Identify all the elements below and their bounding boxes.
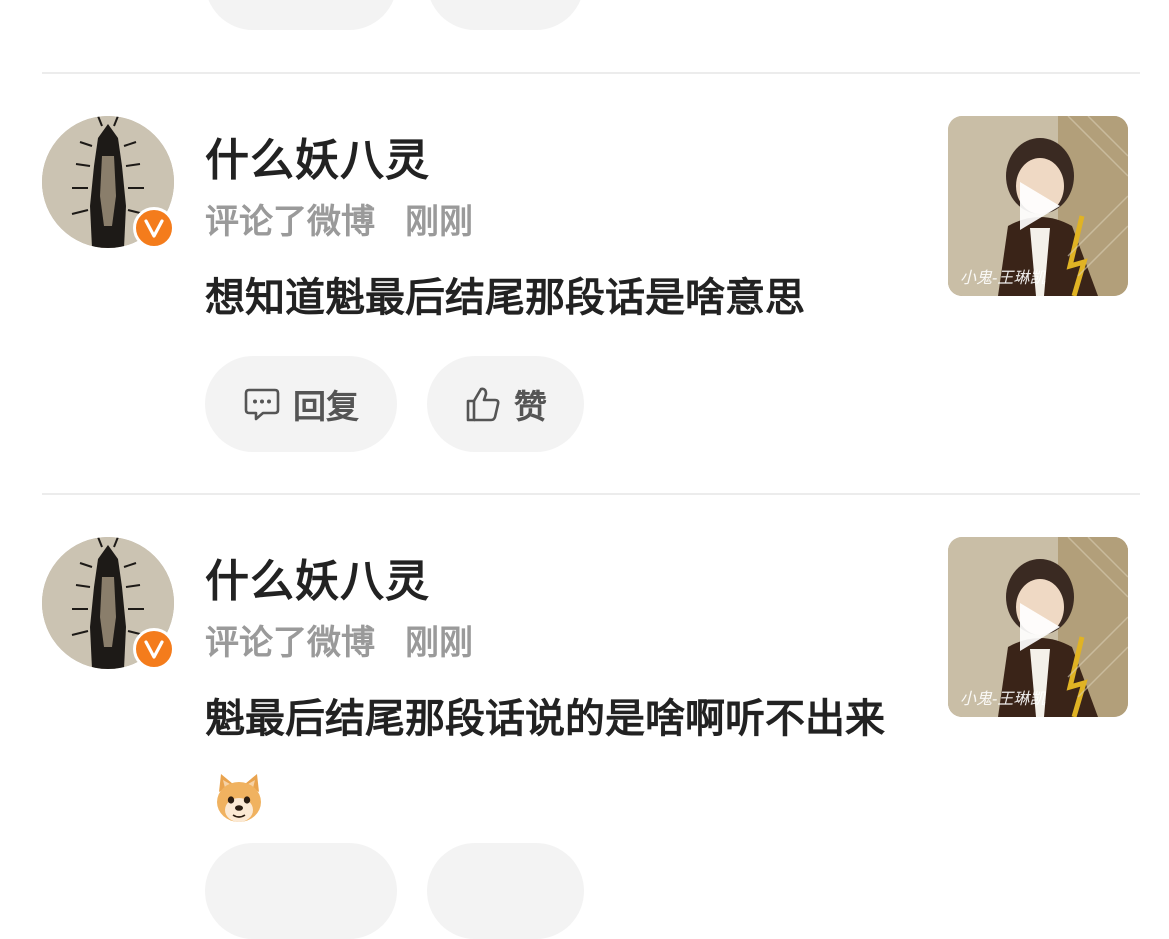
like-label: 赞 <box>514 387 547 426</box>
reply-button[interactable] <box>205 843 397 939</box>
verified-badge-icon <box>133 628 175 670</box>
like-button[interactable]: 赞 <box>427 356 584 452</box>
username[interactable]: 什么妖八灵 <box>205 124 430 188</box>
comment-text: 想知道魁最后结尾那段话是啥意思 <box>205 252 905 344</box>
meta-action: 评论了微博 <box>205 623 375 663</box>
verified-badge-icon <box>133 207 175 249</box>
meta-action: 评论了微博 <box>205 202 375 242</box>
thumbnail-caption: 小鬼-王琳凯 <box>960 689 1046 708</box>
comment-text-body: 魁最后结尾那段话说的是啥啊听不出来 <box>205 696 885 742</box>
like-button-prev[interactable] <box>427 0 584 30</box>
meta-time: 刚刚 <box>405 202 473 242</box>
comment-text-body: 想知道魁最后结尾那段话是啥意思 <box>205 275 805 321</box>
comment-meta: 评论了微博 刚刚 <box>205 194 473 243</box>
video-thumbnail[interactable]: 小鬼-王琳凯 <box>948 116 1128 296</box>
comment-meta: 评论了微博 刚刚 <box>205 615 473 664</box>
reply-button-prev[interactable] <box>205 0 397 30</box>
video-thumbnail[interactable]: 小鬼-王琳凯 <box>948 537 1128 717</box>
thumbnail-caption: 小鬼-王琳凯 <box>960 268 1046 287</box>
username[interactable]: 什么妖八灵 <box>205 545 430 609</box>
comment-icon <box>244 388 280 421</box>
reply-button[interactable]: 回复 <box>205 356 397 452</box>
thumbs-up-icon <box>466 387 500 422</box>
divider <box>42 493 1140 495</box>
divider <box>42 72 1140 74</box>
like-button[interactable] <box>427 843 584 939</box>
comment-text: 魁最后结尾那段话说的是啥啊听不出来 <box>205 673 905 859</box>
meta-time: 刚刚 <box>405 623 473 663</box>
reply-label: 回复 <box>293 387 359 426</box>
